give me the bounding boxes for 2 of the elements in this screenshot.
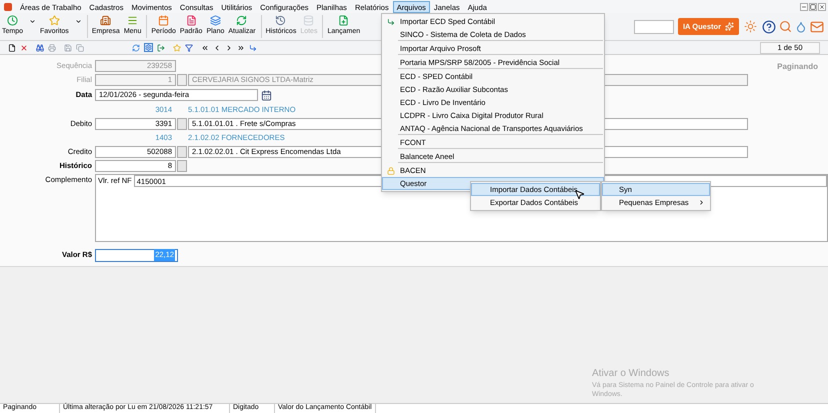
activation-title: Ativar o Windows xyxy=(592,367,670,381)
mode-label: Paginando xyxy=(777,62,818,71)
